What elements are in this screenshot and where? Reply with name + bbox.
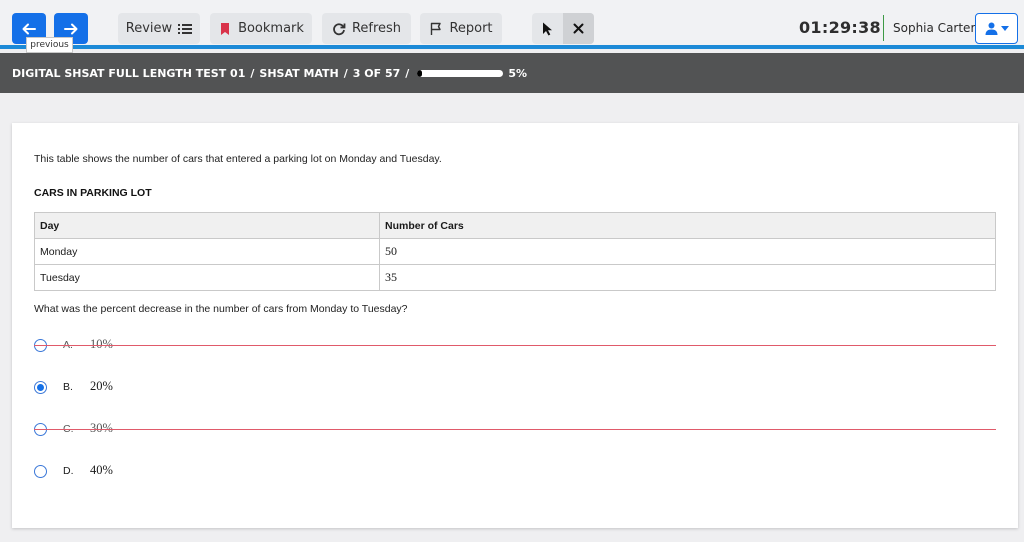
arrow-left-icon bbox=[22, 23, 36, 34]
progress-label: 5% bbox=[508, 66, 528, 80]
report-label: Report bbox=[449, 21, 493, 36]
radio-button[interactable] bbox=[34, 465, 47, 478]
close-icon bbox=[573, 23, 584, 34]
answer-choice-d[interactable]: D. 40% bbox=[34, 461, 996, 483]
eliminate-tool-button[interactable] bbox=[563, 13, 594, 44]
flag-icon bbox=[431, 22, 442, 35]
divider bbox=[883, 15, 884, 41]
choice-letter: D. bbox=[63, 465, 74, 477]
table-row: Tuesday 35 bbox=[34, 264, 996, 291]
table-cell: Monday bbox=[34, 238, 380, 265]
timer: 01:29:38 bbox=[799, 18, 881, 37]
bookmark-label: Bookmark bbox=[238, 21, 304, 36]
question-position: 3 OF 57 bbox=[352, 66, 401, 80]
review-button[interactable]: Review bbox=[118, 13, 200, 44]
user-name: Sophia Carter bbox=[893, 21, 976, 35]
arrow-right-icon bbox=[64, 23, 78, 34]
user-icon bbox=[985, 22, 997, 35]
report-button[interactable]: Report bbox=[420, 13, 502, 44]
choice-letter: B. bbox=[63, 381, 73, 393]
progress-bar bbox=[417, 69, 504, 77]
tool-group bbox=[532, 13, 594, 44]
choice-text: 40% bbox=[90, 463, 113, 477]
bookmark-icon bbox=[221, 22, 230, 35]
progress-bar-fill bbox=[417, 69, 422, 77]
strikethrough-line bbox=[34, 429, 996, 430]
choice-text: 20% bbox=[90, 379, 113, 393]
question-card: This table shows the number of cars that… bbox=[12, 123, 1018, 528]
breadcrumb-separator: / bbox=[250, 66, 255, 80]
breadcrumb-separator: / bbox=[343, 66, 348, 80]
breadcrumb-separator: / bbox=[405, 66, 410, 80]
refresh-button[interactable]: Refresh bbox=[322, 13, 411, 44]
refresh-icon bbox=[333, 22, 346, 35]
table-header-row: Day Number of Cars bbox=[34, 212, 996, 239]
pointer-tool-button[interactable] bbox=[532, 13, 563, 44]
question-intro: This table shows the number of cars that… bbox=[34, 153, 442, 165]
list-icon bbox=[178, 23, 193, 34]
top-toolbar: Review Bookmark Refresh Report 01:29:38 … bbox=[0, 0, 1024, 49]
answer-choice-b[interactable]: B. 20% bbox=[34, 377, 996, 399]
section-name: SHSAT MATH bbox=[259, 66, 339, 80]
table-row: Monday 50 bbox=[34, 238, 996, 265]
cursor-icon bbox=[542, 22, 552, 35]
user-menu-button[interactable] bbox=[975, 13, 1018, 44]
radio-button[interactable] bbox=[34, 381, 47, 394]
test-name: DIGITAL SHSAT FULL LENGTH TEST 01 bbox=[12, 66, 246, 80]
bookmark-button[interactable]: Bookmark bbox=[210, 13, 312, 44]
question-prompt: What was the percent decrease in the num… bbox=[34, 303, 408, 315]
answer-choice-c[interactable]: C. 30% bbox=[34, 419, 996, 441]
table-cell: Tuesday bbox=[34, 264, 380, 291]
answer-choice-a[interactable]: A. 10% bbox=[34, 335, 996, 357]
data-table: Day Number of Cars Monday 50 Tuesday 35 bbox=[34, 212, 996, 291]
table-cell: 35 bbox=[379, 264, 996, 291]
previous-tooltip: previous bbox=[26, 37, 73, 53]
table-header: Number of Cars bbox=[379, 212, 996, 239]
breadcrumb: DIGITAL SHSAT FULL LENGTH TEST 01 / SHSA… bbox=[0, 53, 1024, 93]
table-header: Day bbox=[34, 212, 380, 239]
strikethrough-line bbox=[34, 345, 996, 346]
caret-down-icon bbox=[1000, 26, 1009, 31]
refresh-label: Refresh bbox=[351, 21, 402, 36]
table-title: CARS IN PARKING LOT bbox=[34, 187, 152, 199]
table-cell: 50 bbox=[379, 238, 996, 265]
review-label: Review bbox=[125, 21, 173, 36]
